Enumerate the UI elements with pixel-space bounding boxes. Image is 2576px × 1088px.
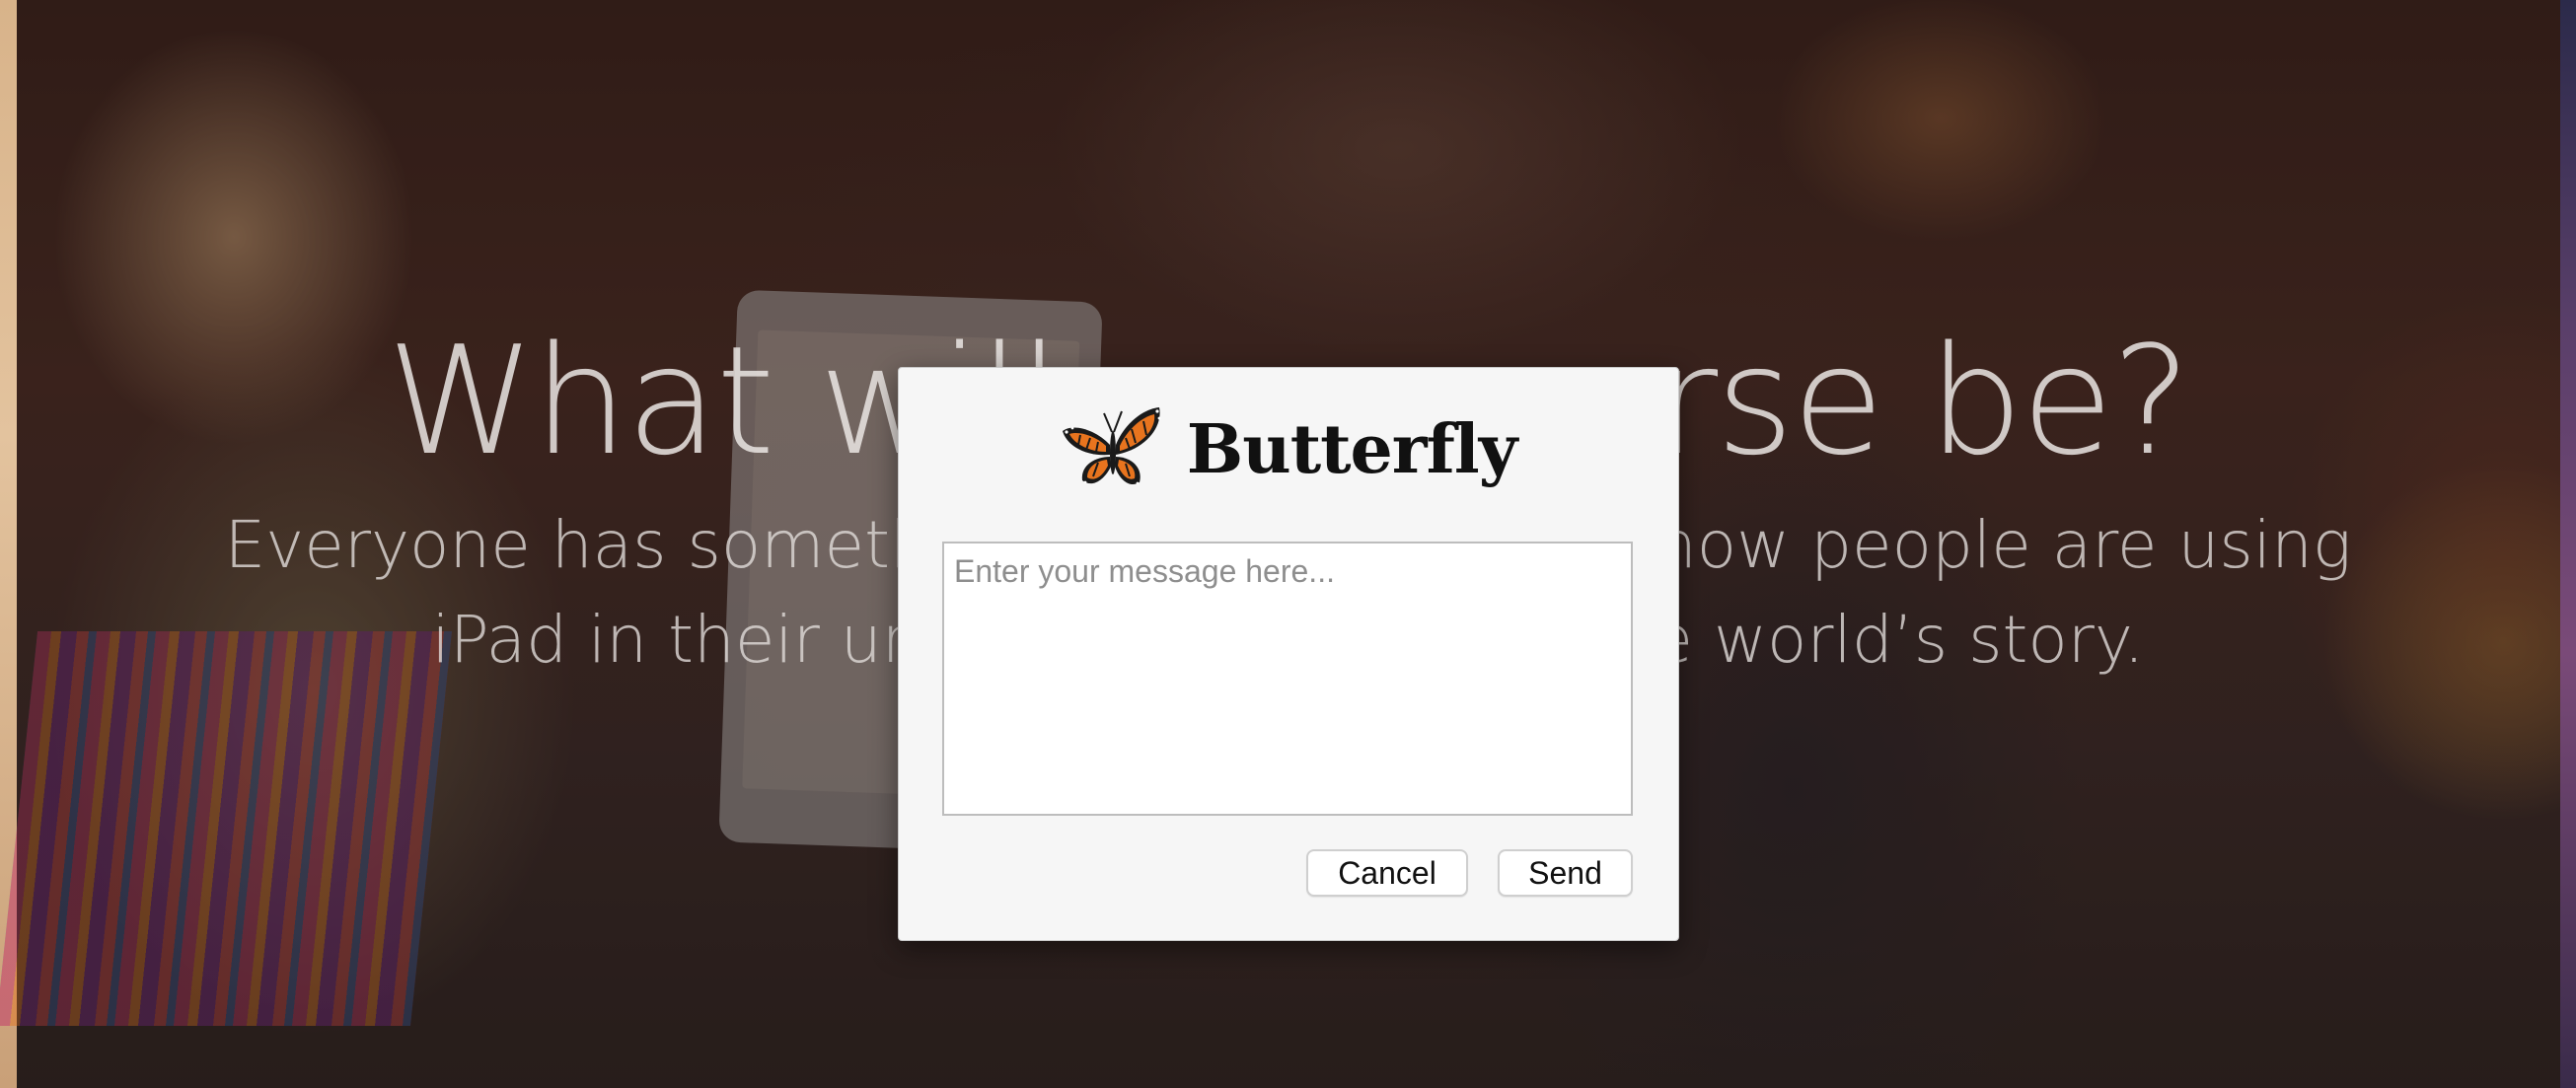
- dialog-header: Butterfly: [899, 405, 1678, 494]
- butterfly-icon: [1062, 407, 1161, 485]
- screen: What will your verse be? Everyone has so…: [0, 0, 2576, 1088]
- cancel-button[interactable]: Cancel: [1306, 849, 1468, 897]
- send-button[interactable]: Send: [1498, 849, 1633, 897]
- dialog-title: Butterfly: [1186, 410, 1517, 489]
- message-input[interactable]: [942, 542, 1633, 816]
- message-dialog: Butterfly Cancel Send: [898, 367, 1679, 941]
